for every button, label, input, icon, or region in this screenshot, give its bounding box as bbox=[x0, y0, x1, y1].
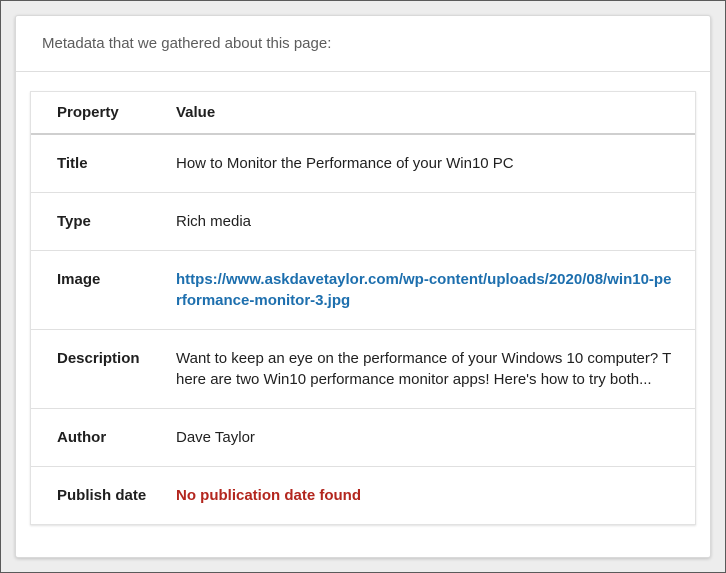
property-cell: Image bbox=[31, 250, 176, 330]
table-row-description: Description Want to keep an eye on the p… bbox=[31, 329, 695, 409]
card-header: Metadata that we gathered about this pag… bbox=[16, 16, 710, 72]
window-frame: Metadata that we gathered about this pag… bbox=[0, 0, 726, 573]
table-row-publish-date: Publish date No publication date found bbox=[31, 467, 695, 525]
table-header-row: Property Value bbox=[31, 92, 695, 135]
table-row-type: Type Rich media bbox=[31, 192, 695, 251]
column-header-property: Property bbox=[31, 92, 176, 135]
card-header-text: Metadata that we gathered about this pag… bbox=[42, 35, 332, 52]
metadata-table: Property Value Title How to Monitor the … bbox=[31, 92, 695, 524]
metadata-table-container: Property Value Title How to Monitor the … bbox=[30, 91, 696, 525]
publish-date-error: No publication date found bbox=[176, 487, 361, 504]
table-row-image: Image https://www.askdavetaylor.com/wp-c… bbox=[31, 250, 695, 330]
property-cell: Author bbox=[31, 408, 176, 467]
property-cell: Title bbox=[31, 134, 176, 193]
value-cell: No publication date found bbox=[176, 467, 695, 525]
value-cell: Rich media bbox=[176, 192, 695, 251]
value-cell: How to Monitor the Performance of your W… bbox=[176, 134, 695, 193]
property-cell: Description bbox=[31, 329, 176, 409]
value-cell: Want to keep an eye on the performance o… bbox=[176, 329, 695, 409]
image-url-link[interactable]: https://www.askdavetaylor.com/wp-content… bbox=[176, 271, 671, 309]
metadata-card: Metadata that we gathered about this pag… bbox=[15, 15, 711, 558]
table-row-author: Author Dave Taylor bbox=[31, 408, 695, 467]
property-cell: Publish date bbox=[57, 487, 147, 504]
value-cell: Dave Taylor bbox=[176, 408, 695, 467]
property-cell: Type bbox=[31, 192, 176, 251]
table-row-title: Title How to Monitor the Performance of … bbox=[31, 134, 695, 193]
column-header-value: Value bbox=[176, 92, 695, 135]
value-cell: https://www.askdavetaylor.com/wp-content… bbox=[176, 250, 695, 330]
